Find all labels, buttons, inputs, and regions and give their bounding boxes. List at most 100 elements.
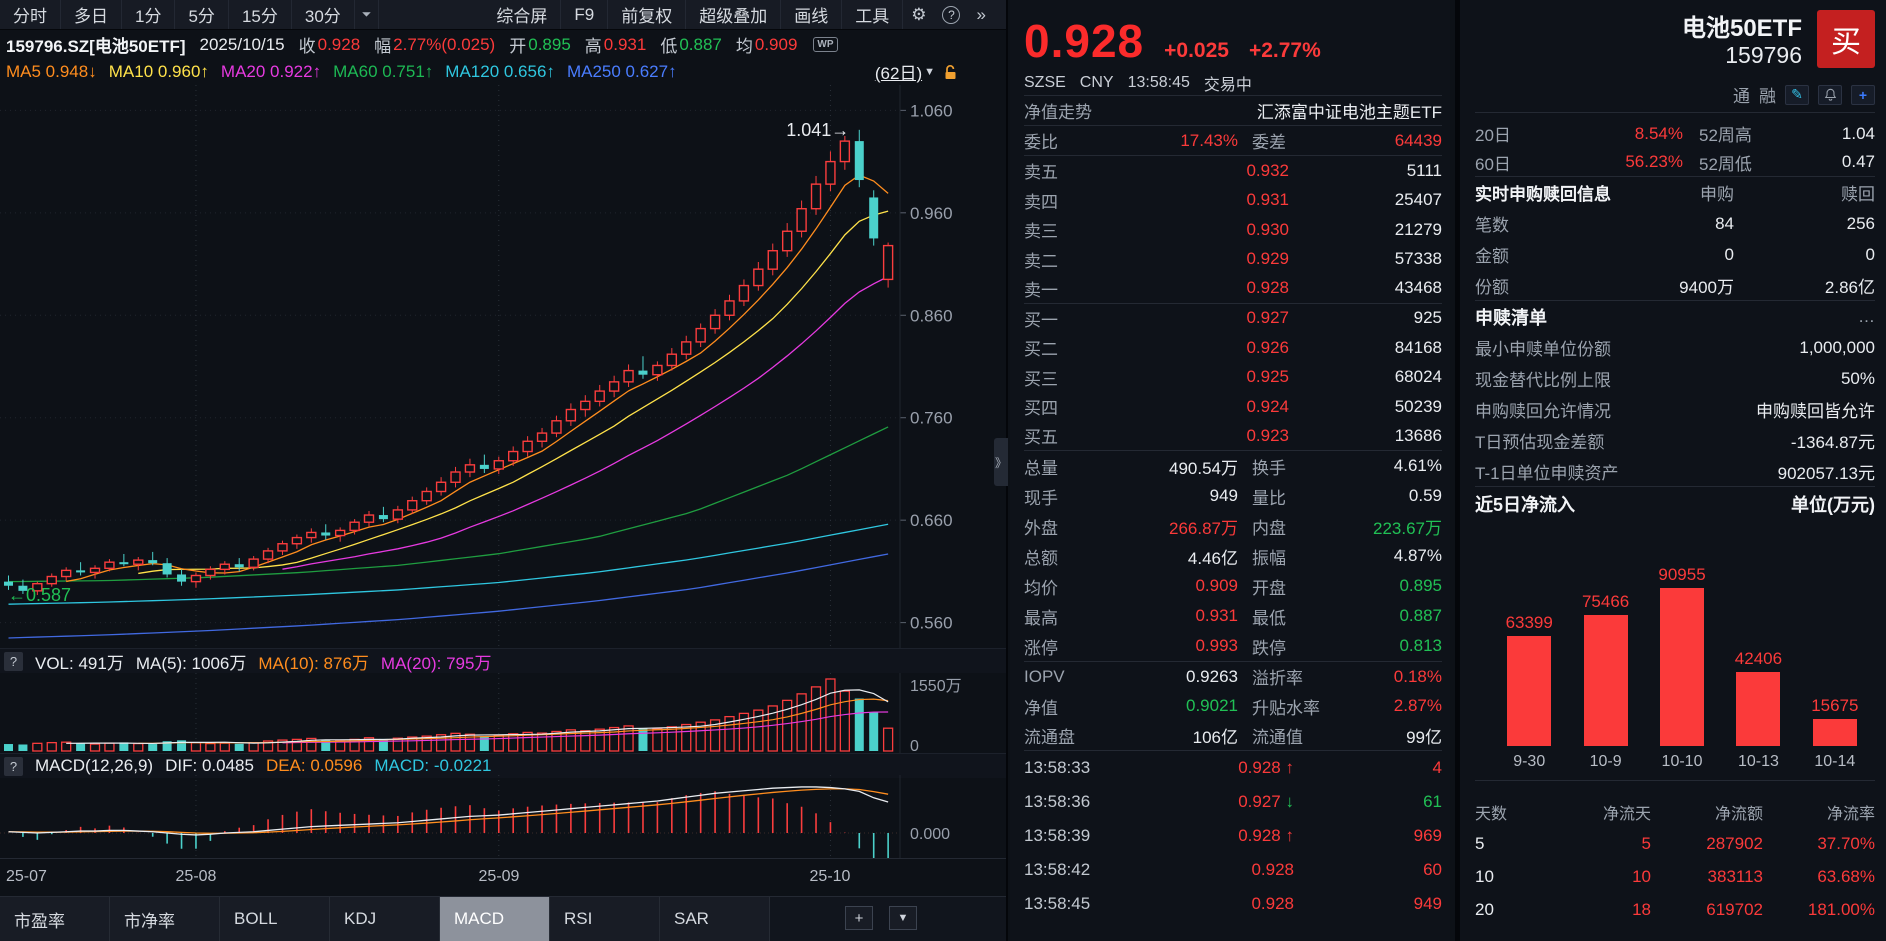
quote-statistics: 总量490.54万换手4.61%现手949量比0.59外盘266.87万内盘22…	[1024, 451, 1442, 751]
period-tab-2[interactable]: 1分	[122, 0, 175, 29]
svg-text:1550万: 1550万	[910, 678, 962, 695]
help-icon[interactable]: ?	[4, 652, 23, 671]
tab-sar[interactable]: SAR	[660, 897, 770, 941]
kv-row-1: 现金替代比例上限50%	[1475, 363, 1875, 394]
stat-row-5: 最高0.931最低0.887	[1024, 601, 1442, 631]
buy-row-5: 买五0.92313686	[1024, 422, 1442, 452]
flow-table-rows: 5528790237.70%101038311363.68%2018619702…	[1475, 827, 1875, 926]
svg-text:0.760: 0.760	[910, 409, 953, 428]
macd-chart[interactable]: 0.000	[0, 775, 1008, 858]
macdHeader-seg-1: DIF: 0.0485	[165, 756, 254, 776]
ma-value-1: MA10 0.960↑	[109, 62, 209, 82]
inflow-x-label: 10-9	[1567, 746, 1643, 780]
net-worth-row[interactable]: 净值走势 汇添富中证电池主题ETF	[1024, 96, 1442, 126]
toolbar-spacer	[379, 0, 483, 29]
period-tab-5[interactable]: 30分	[292, 0, 355, 29]
period-tab-4[interactable]: 15分	[229, 0, 292, 29]
unlock-icon[interactable]	[943, 64, 958, 80]
gear-icon[interactable]: ⚙	[903, 0, 934, 29]
edit-icon[interactable]: ✎	[1785, 85, 1809, 105]
inflow-bar-10-10: 90955	[1644, 520, 1720, 746]
redemption-list-header[interactable]: 申赎清单…	[1475, 301, 1875, 332]
svg-text:1.041→: 1.041→	[786, 120, 849, 140]
stat-row-7: IOPV0.9263溢折率0.18%	[1024, 661, 1442, 691]
indicator-tabs: 市盈率市净率BOLLKDJMACDRSISAR + ▼	[0, 896, 1006, 941]
price-change-pct: +2.77%	[1249, 39, 1321, 63]
market-status: 交易中	[1204, 71, 1252, 95]
last-price-block: 0.928 +0.025 +2.77%	[1024, 0, 1442, 70]
margin-tag-0[interactable]: 通	[1733, 82, 1750, 107]
chevron-down-icon[interactable]: ▼	[924, 66, 935, 78]
etf-detail-rows: 20日8.54%52周高1.0460日56.23%52周低0.47实时申购赎回信…	[1475, 119, 1875, 487]
tick-row-2: 13:58:390.928 ↑969	[1024, 819, 1442, 853]
volHeader-seg-2: MA(10): 876万	[258, 649, 369, 674]
quote-time: 13:58:45	[1128, 74, 1190, 92]
add-indicator-button[interactable]: +	[845, 906, 873, 930]
net-inflow-title: 近5日净流入	[1475, 491, 1575, 517]
ma-value-5: MA250 0.627↑	[567, 62, 677, 82]
macdHeader-seg-0: MACD(12,26,9)	[35, 756, 153, 776]
trading-app-window: 分时多日1分5分15分30分⏷综合屏F9前复权超级叠加画线工具⚙?» 15979…	[0, 0, 1886, 941]
tab-boll[interactable]: BOLL	[220, 897, 330, 941]
add-to-watchlist-icon[interactable]: +	[1851, 85, 1875, 105]
tab-市净率[interactable]: 市净率	[110, 897, 220, 941]
info-segment-5: 高0.931	[585, 32, 647, 57]
stat-row-1: 现手949量比0.59	[1024, 481, 1442, 511]
inflow-bar-10-9: 75466	[1567, 520, 1643, 746]
bell-icon[interactable]	[1818, 85, 1842, 105]
quote-info-line: 159796.SZ[电池50ETF]2025/10/15收0.928幅2.77%…	[0, 31, 1006, 58]
tool-button-1[interactable]: F9	[561, 0, 608, 29]
date-label-3: 25-10	[795, 868, 865, 886]
tick-row-1: 13:58:360.927 ↓61	[1024, 785, 1442, 819]
up-arrow-icon: ↑	[1281, 758, 1294, 777]
range-selector[interactable]: (62日) ▼	[875, 58, 958, 85]
sell-row-5: 卖五0.9325111	[1024, 156, 1442, 186]
ma-value-4: MA120 0.656↑	[445, 62, 555, 82]
collapse-panel-handle[interactable]: 》	[994, 438, 1008, 486]
candlestick-chart[interactable]: 1.0600.9600.8600.7600.6600.5601.041→←0.5…	[0, 85, 1008, 648]
etf-name: 电池50ETF	[1682, 8, 1802, 43]
tool-button-2[interactable]: 前复权	[608, 0, 686, 29]
period-tab-1[interactable]: 多日	[61, 0, 122, 29]
visible-range-label[interactable]: (62日)	[875, 59, 922, 84]
indicator-dropdown-button[interactable]: ▼	[889, 906, 917, 930]
help-icon[interactable]: ?	[4, 757, 23, 776]
margin-tag-1[interactable]: 融	[1759, 82, 1776, 107]
sell-row-1: 卖一0.92843468	[1024, 274, 1442, 304]
realtime-row-0: 笔数84256	[1475, 208, 1875, 239]
tool-button-3[interactable]: 超级叠加	[686, 0, 781, 29]
tab-市盈率[interactable]: 市盈率	[0, 897, 110, 941]
buy-button[interactable]: 买	[1817, 10, 1875, 68]
tab-macd[interactable]: MACD	[440, 897, 550, 941]
volume-chart[interactable]: 1550万 0	[0, 673, 1008, 753]
more-tools-icon[interactable]: »	[968, 0, 993, 29]
last-price: 0.928	[1024, 14, 1144, 68]
stat-row-2: 外盘266.87万内盘223.67万	[1024, 511, 1442, 541]
flow-row-2: 2018619702181.00%	[1475, 893, 1875, 926]
stat-row-3: 总额4.46亿振幅4.87%	[1024, 541, 1442, 571]
more-periods-icon[interactable]: ⏷	[355, 0, 380, 29]
help-icon[interactable]: ?	[934, 0, 968, 29]
info-segment-3: 幅2.77%(0.025)	[374, 32, 495, 57]
inflow-x-label: 10-14	[1797, 746, 1873, 780]
etf-info-panel: 电池50ETF 159796 买 通融✎+ 20日8.54%52周高1.0460…	[1455, 0, 1886, 941]
period-tab-0[interactable]: 分时	[0, 0, 61, 29]
tick-row-3: 13:58:420.92860	[1024, 853, 1442, 887]
sell-row-4: 卖四0.93125407	[1024, 186, 1442, 216]
tool-button-0[interactable]: 综合屏	[483, 0, 561, 29]
buy-order-book: 买一0.927925买二0.92684168买三0.92568024买四0.92…	[1024, 304, 1442, 452]
tab-rsi[interactable]: RSI	[550, 897, 660, 941]
tool-button-4[interactable]: 画线	[781, 0, 842, 29]
period-tab-3[interactable]: 5分	[175, 0, 228, 29]
tool-button-5[interactable]: 工具	[842, 0, 903, 29]
svg-text:0.660: 0.660	[910, 511, 953, 530]
inflow-x-label: 9-30	[1491, 746, 1567, 780]
tick-row-4: 13:58:450.928949	[1024, 887, 1442, 921]
tab-kdj[interactable]: KDJ	[330, 897, 440, 941]
volume-header: ?VOL: 491万MA(5): 1006万MA(10): 876万MA(20)…	[0, 648, 1006, 673]
down-arrow-icon: ↓	[1281, 792, 1294, 811]
buy-row-3: 买三0.92568024	[1024, 363, 1442, 393]
info-segment-7: 均0.909	[736, 32, 798, 57]
svg-text:0: 0	[910, 738, 919, 753]
wp-monitor-icon[interactable]: WP	[813, 37, 837, 52]
